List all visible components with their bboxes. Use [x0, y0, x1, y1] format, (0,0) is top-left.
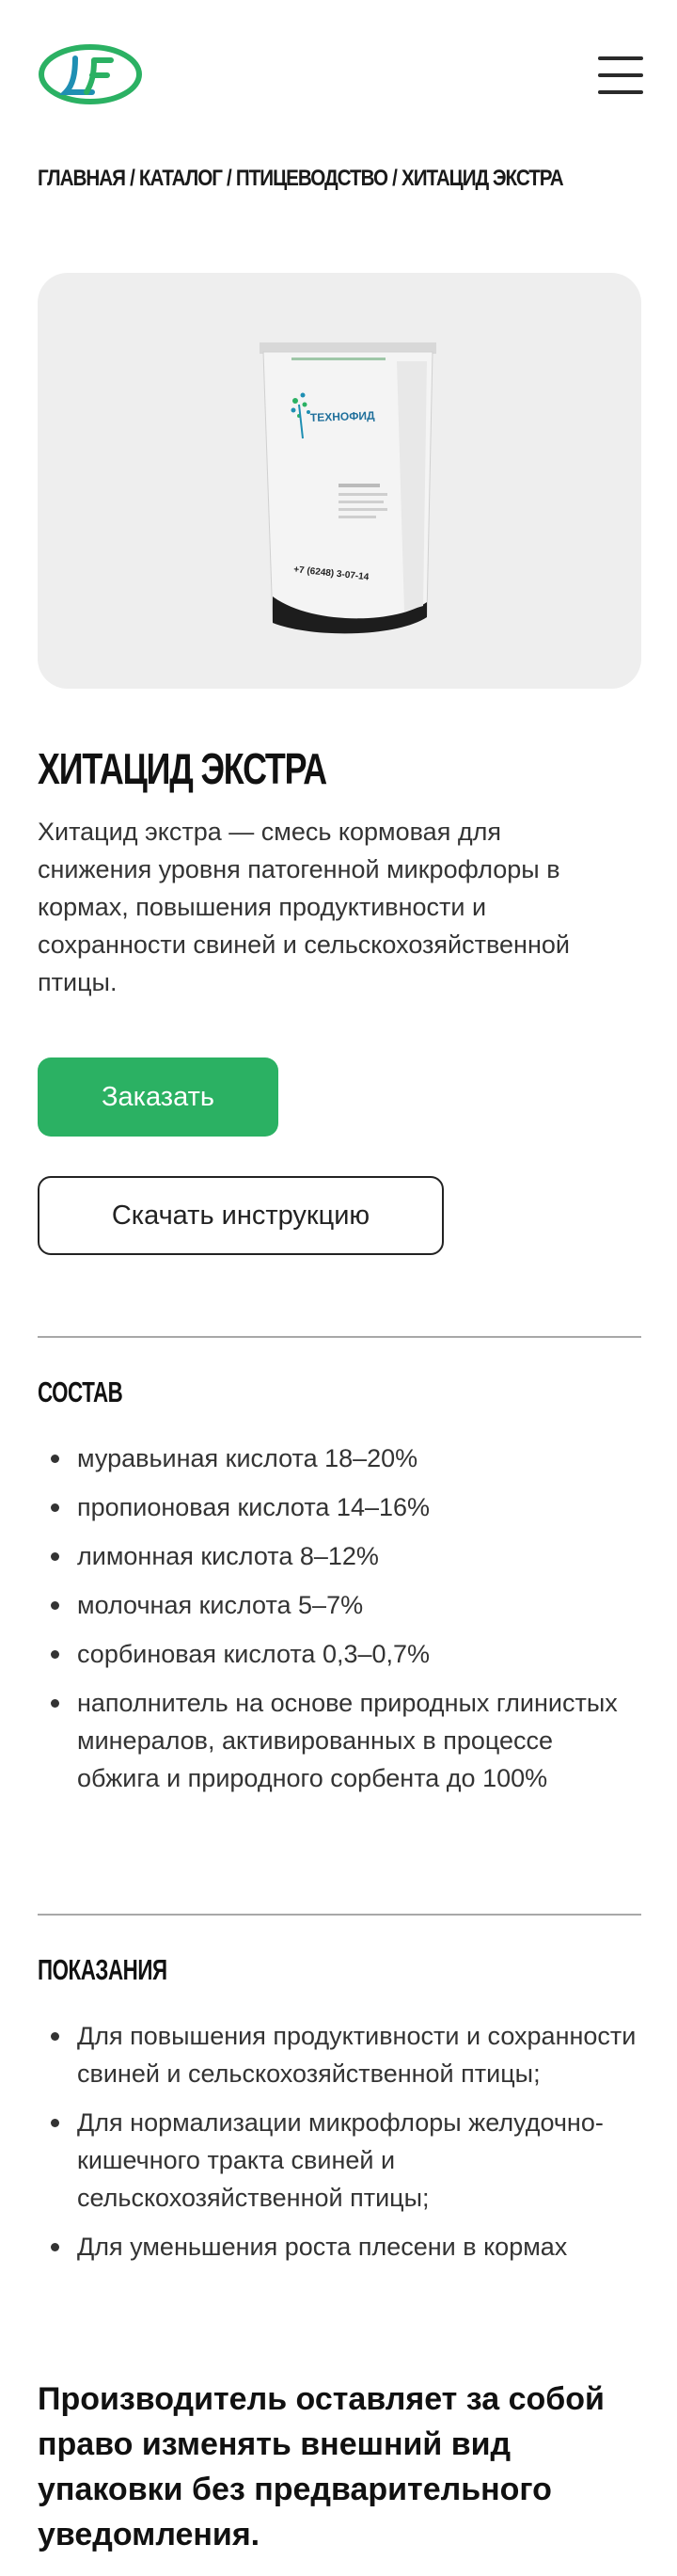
- product-title: ХИТАЦИД ЭКСТРА: [38, 744, 327, 793]
- product-bag-image: ТЕХНОФИД +7 (6248) 3-07-14: [260, 342, 436, 634]
- divider: [38, 1336, 641, 1338]
- breadcrumb: ГЛАВНАЯ / КАТАЛОГ / ПТИЦЕВОДСТВО / ХИТАЦИД ЭКС…: [38, 166, 564, 199]
- lf-logo-icon[interactable]: [38, 40, 143, 109]
- composition-list: муравьиная кислота 18–20% пропионовая ки…: [38, 1439, 641, 1808]
- breadcrumb-catalog[interactable]: КАТАЛОГ: [139, 166, 223, 191]
- list-item: лимонная кислота 8–12%: [38, 1537, 641, 1575]
- bag-brand-label: ТЕХНОФИД: [310, 409, 376, 424]
- download-instruction-button[interactable]: Скачать инструкцию: [38, 1176, 444, 1255]
- breadcrumb-separator: /: [227, 166, 232, 191]
- packaging-notice: Производитель оставляет за собой право и…: [38, 2381, 605, 2552]
- list-item: молочная кислота 5–7%: [38, 1586, 641, 1624]
- breadcrumb-home[interactable]: ГЛАВНАЯ: [38, 166, 126, 191]
- breadcrumb-current: ХИТАЦИД ЭКСТРА: [401, 166, 564, 191]
- list-item: Для повышения продуктивности и сохраннос…: [38, 2017, 641, 2092]
- list-item: Для нормализации микрофлоры желудочно-ки…: [38, 2104, 641, 2217]
- list-item: Для уменьшения роста плесени в кормах: [38, 2228, 641, 2266]
- hamburger-menu-icon[interactable]: [598, 55, 645, 96]
- header: [0, 0, 677, 151]
- divider: [38, 1914, 641, 1916]
- list-item: пропионовая кислота 14–16%: [38, 1488, 641, 1526]
- breadcrumb-separator: /: [392, 166, 398, 191]
- composition-title: СОСТАВ: [38, 1375, 123, 1408]
- order-button[interactable]: Заказать: [38, 1057, 278, 1137]
- list-item: сорбиновая кислота 0,3–0,7%: [38, 1635, 641, 1673]
- product-image-card: ТЕХНОФИД +7 (6248) 3-07-14: [38, 273, 641, 689]
- indications-title: ПОКАЗАНИЯ: [38, 1953, 167, 1986]
- list-item: муравьиная кислота 18–20%: [38, 1439, 641, 1477]
- breadcrumb-poultry[interactable]: ПТИЦЕВОДСТВО: [236, 166, 388, 191]
- indications-list: Для повышения продуктивности и сохраннос…: [38, 2017, 641, 2277]
- product-description: Хитацид экстра — смесь кормовая для сниж…: [38, 818, 570, 996]
- list-item: наполнитель на основе природных глинисты…: [38, 1684, 641, 1797]
- breadcrumb-separator: /: [130, 166, 135, 191]
